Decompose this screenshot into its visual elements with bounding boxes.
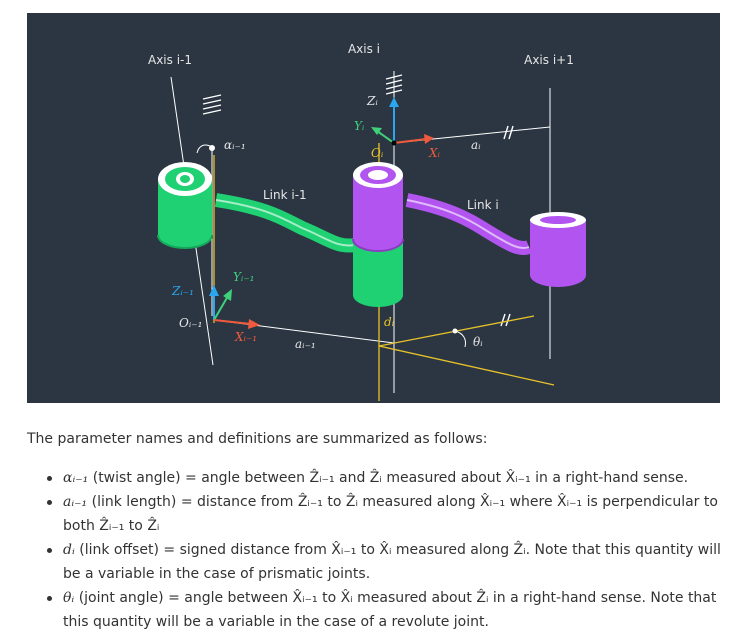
param-symbol: αᵢ₋₁ bbox=[63, 470, 89, 486]
label-z-i: Zᵢ bbox=[366, 94, 378, 108]
label-link-i: Link i bbox=[467, 198, 499, 212]
param-symbol: θᵢ bbox=[63, 590, 75, 606]
dh-parameters-figure: Axis i-1 Axis i Axis i+1 Link i-1 Link i… bbox=[27, 13, 720, 403]
label-axis-next: Axis i+1 bbox=[524, 53, 574, 67]
label-alpha-prev: αᵢ₋₁ bbox=[224, 138, 246, 152]
label-o-prev: Oᵢ₋₁ bbox=[179, 316, 202, 330]
label-a-i: aᵢ bbox=[471, 138, 481, 152]
label-o-i: Oᵢ bbox=[371, 146, 384, 160]
label-a-prev: aᵢ₋₁ bbox=[295, 337, 316, 351]
list-item: aᵢ₋₁ (link length) = distance from Ẑᵢ₋₁ … bbox=[27, 490, 727, 538]
list-item: dᵢ (link offset) = signed distance from … bbox=[27, 538, 727, 586]
label-theta-i: θᵢ bbox=[473, 335, 483, 349]
joint-next-cylinder bbox=[530, 212, 586, 287]
param-definition: (twist angle) = angle between Ẑᵢ₋₁ and Ẑ… bbox=[88, 470, 689, 486]
label-y-i: Yᵢ bbox=[354, 119, 365, 133]
joint-prev-cylinder bbox=[157, 162, 213, 249]
label-axis-prev: Axis i-1 bbox=[148, 53, 192, 67]
param-definition: (link length) = distance from Ẑᵢ₋₁ to Ẑᵢ… bbox=[63, 494, 718, 534]
label-d-i: dᵢ bbox=[384, 315, 395, 329]
param-definition: (joint angle) = angle between X̂ᵢ₋₁ to X… bbox=[63, 590, 717, 630]
label-x-i: Xᵢ bbox=[428, 146, 441, 160]
param-definition: (link offset) = signed distance from X̂ᵢ… bbox=[63, 542, 721, 582]
label-y-prev: Yᵢ₋₁ bbox=[233, 270, 254, 284]
alpha-dot bbox=[209, 145, 215, 151]
label-x-prev: Xᵢ₋₁ bbox=[234, 330, 257, 344]
label-z-prev: Zᵢ₋₁ bbox=[171, 284, 194, 298]
intro-text: The parameter names and definitions are … bbox=[27, 431, 488, 447]
list-item: θᵢ (joint angle) = angle between X̂ᵢ₋₁ t… bbox=[27, 586, 727, 634]
label-link-prev: Link i-1 bbox=[263, 188, 307, 202]
joint-i-cylinder bbox=[352, 162, 404, 307]
theta-dot bbox=[452, 328, 458, 334]
list-item: αᵢ₋₁ (twist angle) = angle between Ẑᵢ₋₁ … bbox=[27, 466, 727, 490]
label-axis-i: Axis i bbox=[348, 42, 380, 56]
parameter-list: αᵢ₋₁ (twist angle) = angle between Ẑᵢ₋₁ … bbox=[27, 466, 727, 634]
param-symbol: aᵢ₋₁ bbox=[63, 494, 88, 510]
param-symbol: dᵢ bbox=[63, 542, 75, 558]
origin-i-dot bbox=[391, 140, 397, 146]
